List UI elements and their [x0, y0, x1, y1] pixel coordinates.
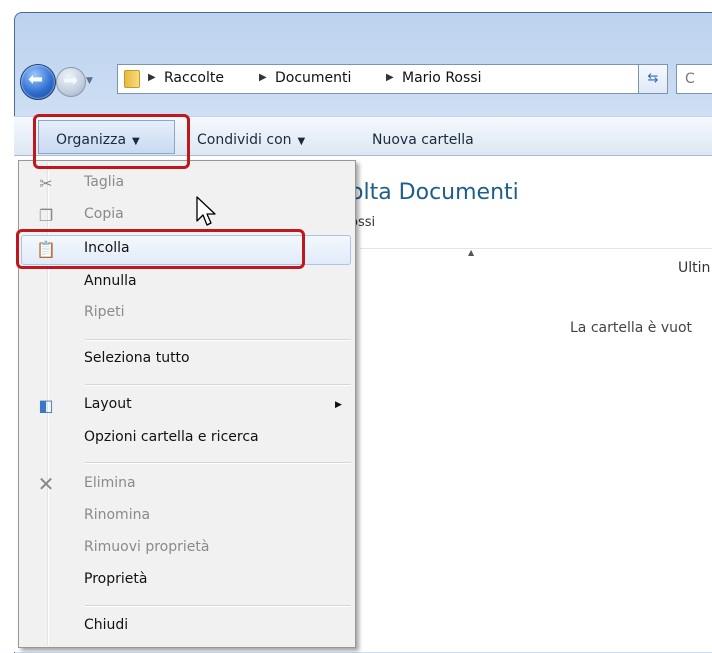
breadcrumb-documenti[interactable]: Documenti [275, 70, 351, 86]
layout-pane-icon: ◧ [38, 396, 54, 415]
menu-item-select-all[interactable]: Seleziona tutto [19, 345, 355, 375]
menu-item-label: Layout [84, 396, 132, 412]
menu-item-copy[interactable]: ❐ Copia [19, 201, 355, 231]
menu-item-delete[interactable]: ✕ Elimina [19, 470, 355, 500]
chevron-right-icon: ▶ [335, 400, 342, 410]
new-folder-label: Nuova cartella [372, 132, 474, 148]
menu-separator [85, 384, 351, 386]
chevron-down-icon: ▼ [297, 136, 306, 147]
column-header-modified[interactable]: Ultin [678, 260, 710, 276]
share-button[interactable]: Condividi con ▼ [197, 132, 305, 148]
menu-item-rename[interactable]: Rinomina [19, 502, 355, 532]
menu-item-label: Seleziona tutto [84, 350, 190, 366]
menu-item-label: Chiudi [84, 617, 129, 633]
menu-item-label: Proprietà [84, 571, 148, 587]
back-arrow-icon: ⬅ [28, 69, 44, 90]
menu-item-label: Rimuovi proprietà [84, 539, 210, 555]
folder-icon [124, 70, 140, 88]
breadcrumb-mario-rossi[interactable]: Mario Rossi [402, 70, 481, 86]
menu-item-properties[interactable]: Proprietà [19, 566, 355, 596]
refresh-icon: ⇆ [647, 71, 659, 86]
address-bar[interactable]: ▶ Raccolte ▶ Documenti ▶ Mario Rossi ▼ [117, 64, 665, 94]
share-label: Condividi con [197, 132, 292, 148]
chevron-right-icon[interactable]: ▶ [148, 72, 156, 83]
menu-item-label: Annulla [84, 273, 137, 289]
scissors-icon: ✂ [39, 174, 53, 193]
sort-caret-icon: ▲ [468, 248, 475, 257]
menu-item-remove-properties[interactable]: Rimuovi proprietà [19, 534, 355, 564]
library-title: olta Documenti [350, 180, 519, 205]
refresh-button[interactable]: ⇆ [638, 64, 668, 94]
menu-item-close[interactable]: Chiudi [19, 612, 355, 642]
copy-icon: ❐ [38, 206, 54, 225]
menu-item-folder-options[interactable]: Opzioni cartella e ricerca [19, 424, 355, 454]
menu-item-cut[interactable]: ✂ Taglia [19, 169, 355, 199]
menu-item-label: Opzioni cartella e ricerca [84, 429, 259, 445]
callout-organize [33, 114, 190, 169]
chevron-right-icon[interactable]: ▶ [259, 72, 267, 83]
breadcrumb-raccolte[interactable]: Raccolte [164, 70, 224, 86]
menu-separator [85, 339, 351, 341]
menu-item-redo[interactable]: Ripeti [19, 299, 355, 329]
callout-paste [16, 229, 305, 269]
menu-item-layout[interactable]: ◧ Layout ▶ [19, 391, 355, 421]
column-header-divider [360, 248, 712, 249]
back-button[interactable]: ⬅ [20, 64, 56, 100]
mouse-pointer-icon [196, 196, 216, 226]
search-input[interactable]: C [676, 64, 712, 94]
menu-item-label: Elimina [84, 475, 136, 491]
history-dropdown-icon[interactable]: ▼ [86, 76, 93, 86]
delete-x-icon: ✕ [37, 472, 55, 496]
forward-arrow-icon: ➡ [63, 70, 79, 91]
menu-separator [85, 462, 351, 464]
menu-item-label: Rinomina [84, 507, 151, 523]
chevron-right-icon[interactable]: ▶ [386, 72, 394, 83]
menu-item-label: Copia [84, 206, 124, 222]
new-folder-button[interactable]: Nuova cartella [372, 132, 474, 148]
menu-item-label: Taglia [84, 174, 125, 190]
menu-item-label: Ripeti [84, 304, 125, 320]
forward-button[interactable]: ➡ [56, 67, 86, 97]
menu-separator [85, 605, 351, 607]
menu-item-undo[interactable]: Annulla [19, 268, 355, 298]
empty-folder-message: La cartella è vuot [570, 320, 693, 336]
